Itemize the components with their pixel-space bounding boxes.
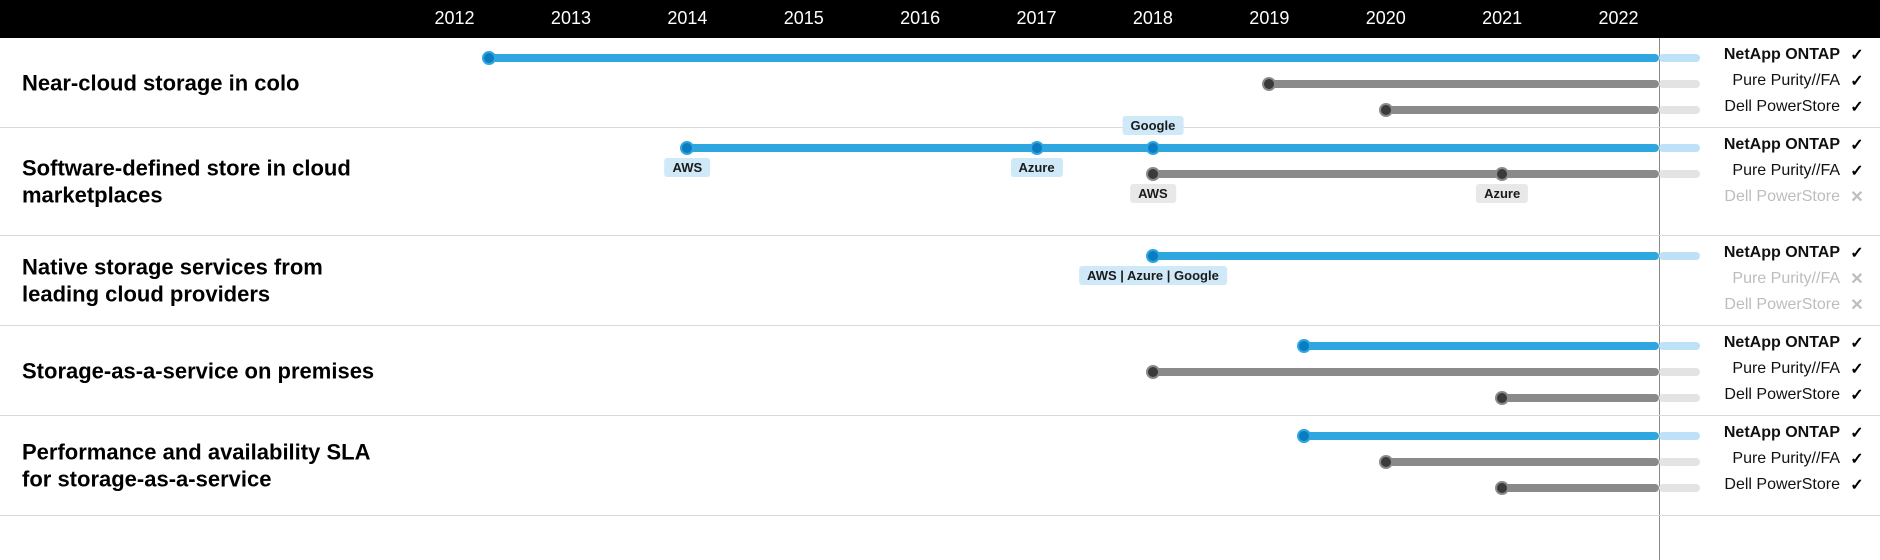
year-tick: 2020: [1366, 8, 1406, 29]
year-tick: 2018: [1133, 8, 1173, 29]
timeline-track: [408, 70, 1880, 96]
timeline-marker-dot: [1495, 167, 1509, 181]
timeline-start-dot: [1379, 455, 1393, 469]
timeline-bar-future: [1659, 432, 1700, 440]
timeline-bar-future: [1659, 484, 1700, 492]
timeline-bar: [1304, 342, 1659, 350]
timeline-bar-future: [1659, 170, 1700, 178]
timeline-track: [408, 186, 1880, 212]
year-tick: 2019: [1249, 8, 1289, 29]
timeline-bar: [1386, 106, 1660, 114]
timeline-chart: 2012 2013 2014 2015 2016 2017 2018 2019 2020 2021…: [0, 0, 1880, 560]
timeline-bar: [489, 54, 1659, 62]
timeline-start-dot: [1495, 481, 1509, 495]
timeline-bar-future: [1659, 252, 1700, 260]
year-tick: 2015: [784, 8, 824, 29]
timeline-bar: [1269, 80, 1659, 88]
timeline-start-dot: [1262, 77, 1276, 91]
category-row: Software-defined store in cloud marketpl…: [0, 128, 1880, 236]
timeline-bar-future: [1659, 80, 1700, 88]
timeline-bar-future: [1659, 342, 1700, 350]
timeline-track: [408, 332, 1880, 358]
timeline-track: [408, 384, 1880, 410]
timeline-start-dot: [1297, 339, 1311, 353]
timeline-start-dot: [1297, 429, 1311, 443]
timeline-bar-future: [1659, 394, 1700, 402]
timeline-track: [408, 268, 1880, 294]
timeline-track: [408, 448, 1880, 474]
category-title: Storage-as-a-service on premises: [22, 357, 374, 385]
timeline-track: [408, 358, 1880, 384]
year-tick: 2022: [1598, 8, 1638, 29]
timeline-bar: [1502, 394, 1659, 402]
category-row: Near-cloud storage in coloNetApp ONTAP✓P…: [0, 38, 1880, 128]
timeline-marker-dot: [1030, 141, 1044, 155]
timeline-start-dot: [1379, 103, 1393, 117]
timeline-track: AWSAzure: [408, 160, 1880, 186]
timeline-marker-label: Google: [1123, 116, 1184, 135]
timeline-bar-future: [1659, 106, 1700, 114]
category-row: Storage-as-a-service on premisesNetApp O…: [0, 326, 1880, 416]
timeline-start-dot: [1146, 365, 1160, 379]
year-tick: 2014: [667, 8, 707, 29]
category-title: Native storage services from leading clo…: [22, 253, 382, 308]
year-tick: 2013: [551, 8, 591, 29]
timeline-start-dot: [1495, 391, 1509, 405]
year-tick: 2012: [435, 8, 475, 29]
timeline-bar: [1304, 432, 1659, 440]
category-title: Software-defined store in cloud marketpl…: [22, 154, 382, 209]
timeline-track: [408, 422, 1880, 448]
category-title: Near-cloud storage in colo: [22, 69, 300, 97]
timeline-bar-future: [1659, 54, 1700, 62]
year-tick: 2017: [1017, 8, 1057, 29]
timeline-track: [408, 44, 1880, 70]
timeline-bar: [1153, 252, 1659, 260]
timeline-start-dot: [1146, 249, 1160, 263]
year-tick: 2016: [900, 8, 940, 29]
timeline-start-dot: [680, 141, 694, 155]
timeline-track: AWS | Azure | Google: [408, 242, 1880, 268]
category-row: Native storage services from leading clo…: [0, 236, 1880, 326]
timeline-bar: [1502, 484, 1659, 492]
timeline-track: AWSAzureGoogle: [408, 134, 1880, 160]
x-axis-header: 2012 2013 2014 2015 2016 2017 2018 2019 2020 2021…: [0, 0, 1880, 38]
category-title: Performance and availability SLA for sto…: [22, 438, 382, 493]
timeline-marker-dot: [1146, 141, 1160, 155]
timeline-bar: [1386, 458, 1660, 466]
timeline-track: [408, 474, 1880, 500]
timeline-start-dot: [482, 51, 496, 65]
timeline-bar: [1153, 170, 1659, 178]
timeline-bar-future: [1659, 144, 1700, 152]
timeline-bar-future: [1659, 368, 1700, 376]
timeline-start-dot: [1146, 167, 1160, 181]
timeline-bar-future: [1659, 458, 1700, 466]
year-tick: 2021: [1482, 8, 1522, 29]
timeline-bar: [687, 144, 1659, 152]
category-row: Performance and availability SLA for sto…: [0, 416, 1880, 516]
timeline-track: [408, 294, 1880, 320]
timeline-bar: [1153, 368, 1659, 376]
